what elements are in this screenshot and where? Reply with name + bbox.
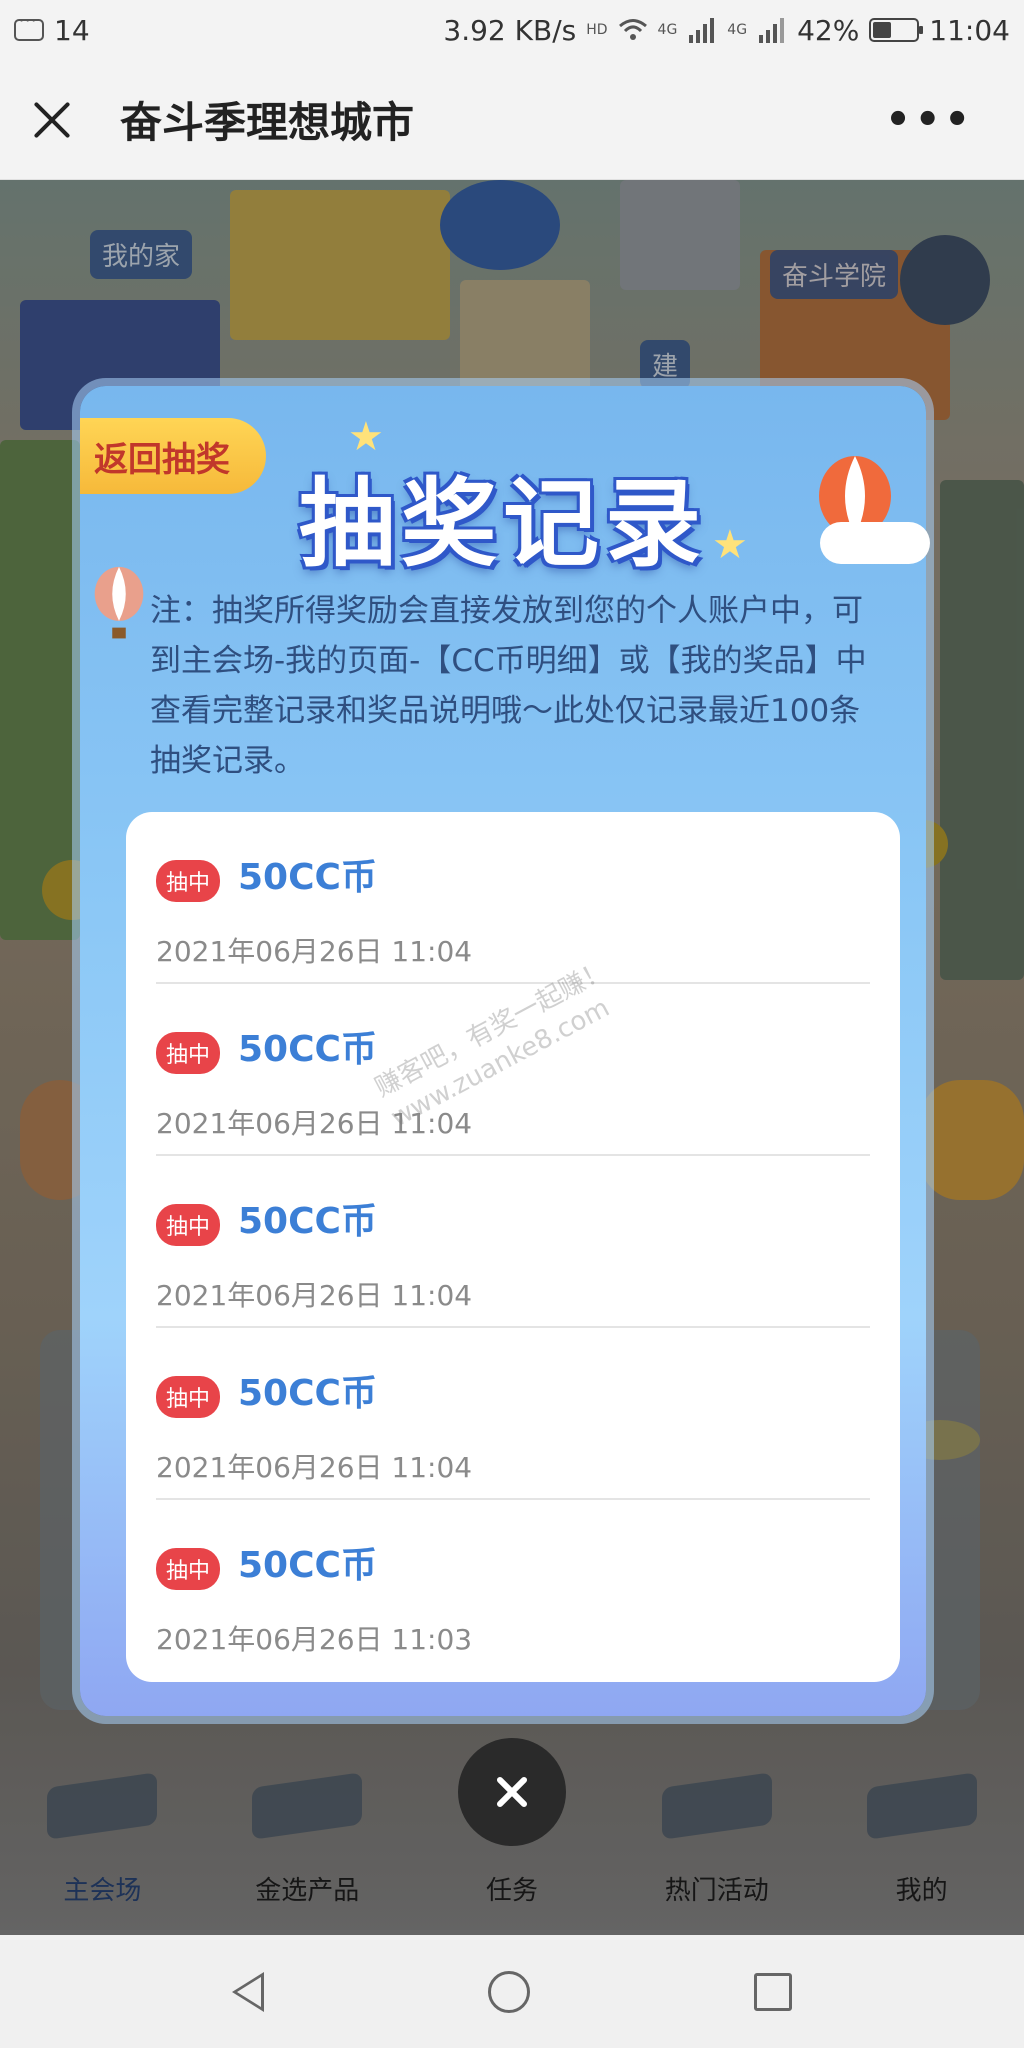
clock: 11:04 xyxy=(929,13,1010,47)
message-icon xyxy=(14,11,44,41)
record-item: 抽中 50CC币 2021年06月26日 11:04 xyxy=(156,1156,870,1328)
prize-name: 50CC币 xyxy=(238,1373,377,1414)
more-menu-button[interactable]: ••• xyxy=(885,97,974,143)
hd-label: HD xyxy=(586,22,608,38)
signal-icon xyxy=(757,17,787,43)
lottery-note: 注：抽奖所得奖励会直接发放到您的个人账户中，可到主会场-我的页面-【CC币明细】… xyxy=(150,593,867,779)
app-header: 奋斗季理想城市 ••• xyxy=(0,60,1024,180)
prize-name: 50CC币 xyxy=(238,857,377,898)
prize-name: 50CC币 xyxy=(238,1545,377,1586)
close-modal-button[interactable] xyxy=(458,1738,566,1846)
lottery-records-modal: 返回抽奖 ★ ★ 抽奖记录 注：抽奖所得奖励会直接发放到您的个人账户中，可到主会… xyxy=(80,386,930,1716)
win-badge: 抽中 xyxy=(156,1548,221,1590)
home-icon[interactable] xyxy=(488,1970,530,2013)
recent-apps-icon[interactable] xyxy=(754,1972,792,2011)
page-title: 奋斗季理想城市 xyxy=(120,98,415,147)
win-badge: 抽中 xyxy=(156,1032,221,1074)
cloud-illustration xyxy=(820,522,930,564)
record-time: 2021年06月26日 11:04 xyxy=(156,1451,473,1484)
win-badge: 抽中 xyxy=(156,860,221,902)
close-icon[interactable] xyxy=(30,98,74,142)
records-list: 抽中 50CC币 2021年06月26日 11:04 抽中 50CC币 2021… xyxy=(126,812,900,1682)
win-badge: 抽中 xyxy=(156,1204,221,1246)
record-time: 2021年06月26日 11:04 xyxy=(156,1107,473,1140)
battery-icon xyxy=(869,18,924,42)
signal-icon xyxy=(687,17,717,43)
record-item: 抽中 50CC币 2021年06月26日 11:03 xyxy=(156,1500,870,1672)
record-item: 抽中 50CC币 2021年06月26日 11:04 xyxy=(156,812,870,984)
record-item: 抽中 50CC币 2021年06月26日 11:04 xyxy=(156,1328,870,1500)
net-type-2: 4G xyxy=(727,22,748,38)
wifi-icon xyxy=(618,17,648,43)
system-nav-bar xyxy=(0,1935,1024,2048)
status-bar: 14 3.92 KB/s HD 4G 4G 42% 11:04 xyxy=(0,0,1024,60)
net-speed: 3.92 KB/s xyxy=(443,13,577,47)
notification-count: 14 xyxy=(54,13,90,47)
net-type-1: 4G xyxy=(657,22,678,38)
prize-name: 50CC币 xyxy=(238,1201,377,1242)
prize-name: 50CC币 xyxy=(238,1029,377,1070)
win-badge: 抽中 xyxy=(156,1376,221,1418)
record-time: 2021年06月26日 11:04 xyxy=(156,935,473,968)
back-icon[interactable] xyxy=(232,1971,264,2012)
battery-percent: 42% xyxy=(797,13,860,47)
record-time: 2021年06月26日 11:03 xyxy=(156,1623,473,1656)
record-time: 2021年06月26日 11:04 xyxy=(156,1279,473,1312)
modal-title: 抽奖记录 xyxy=(299,468,707,580)
record-item: 抽中 50CC币 2021年06月26日 11:04 xyxy=(156,984,870,1156)
balloon-icon xyxy=(94,566,144,639)
